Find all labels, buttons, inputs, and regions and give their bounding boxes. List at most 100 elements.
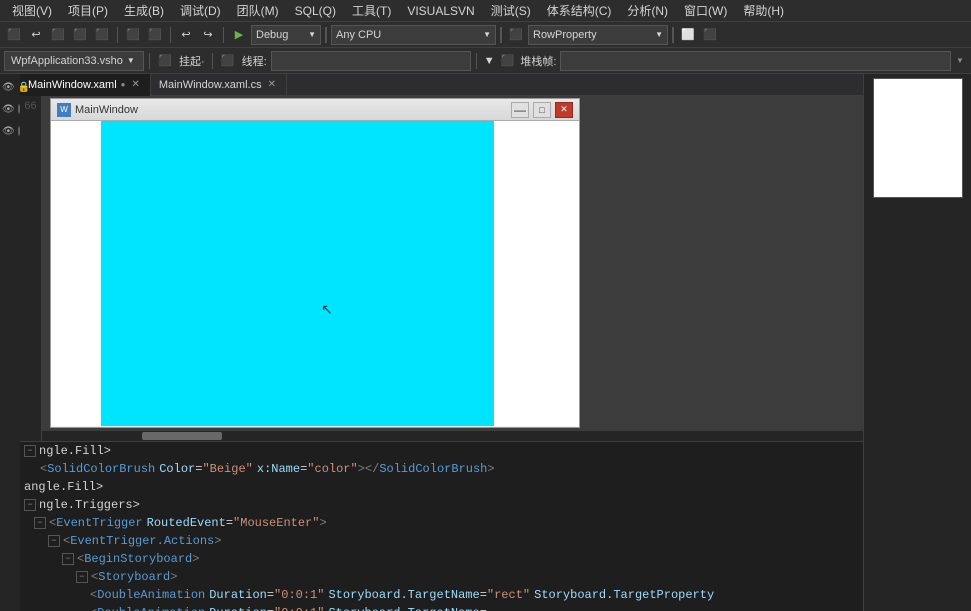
code-line-5: − <EventTrigger RoutedEvent="MouseEnter"… xyxy=(20,514,863,532)
toolbar-btn4[interactable]: ⬛ xyxy=(70,25,90,45)
code-expand-6[interactable]: − xyxy=(48,535,60,547)
stack-label: 堆栈帧: xyxy=(518,53,558,69)
code-line-9: <DoubleAnimation Duration="0:0:1" Storyb… xyxy=(20,586,863,604)
menu-view[interactable]: 视图(V) xyxy=(4,0,60,21)
menu-test[interactable]: 测试(S) xyxy=(483,0,539,21)
rowproperty-dropdown-arrow: ▼ xyxy=(651,30,663,39)
wpf-close-btn[interactable]: ✕ xyxy=(555,102,573,118)
code-line-4: − ngle.Triggers> xyxy=(20,496,863,514)
toolbar-btn5[interactable]: ⬛ xyxy=(92,25,112,45)
wpf-minimize-btn[interactable]: — xyxy=(511,102,529,118)
menu-team[interactable]: 团队(M) xyxy=(229,0,287,21)
design-hscroll[interactable] xyxy=(42,431,863,441)
tab-xaml[interactable]: MainWindow.xaml ● ✕ xyxy=(20,74,151,96)
toolbar-btnB[interactable]: ⬛ xyxy=(700,25,720,45)
menu-help[interactable]: 帮助(H) xyxy=(735,0,792,21)
code-line-7: − <BeginStoryboard> xyxy=(20,550,863,568)
wpf-cyan-area: ↖ xyxy=(101,121,494,426)
wpf-content: ↖ xyxy=(51,121,579,426)
menu-bar: 视图(V) 项目(P) 生成(B) 调试(D) 团队(M) SQL(Q) 工具(… xyxy=(0,0,971,22)
sep-rp xyxy=(672,27,674,43)
toolbar-btn2[interactable]: ↩ xyxy=(26,25,46,45)
layer-row-1: 👁 🔒 xyxy=(2,78,18,96)
menu-build[interactable]: 生成(B) xyxy=(116,0,172,21)
toolbar2-btn1[interactable]: ⬛ xyxy=(155,51,175,71)
toolbar2-btn2[interactable]: ⬛ xyxy=(218,51,238,71)
tab-cs[interactable]: MainWindow.xaml.cs ✕ xyxy=(151,74,287,96)
menu-sql[interactable]: SQL(Q) xyxy=(287,2,344,20)
code-expand-4[interactable]: − xyxy=(24,499,36,511)
tab-cs-close[interactable]: ✕ xyxy=(266,78,278,91)
tab-cs-label: MainWindow.xaml.cs xyxy=(159,79,262,91)
toolbar2-sep1 xyxy=(149,53,150,69)
code-expand-7[interactable]: − xyxy=(62,553,74,565)
tab-xaml-dot: ● xyxy=(121,80,126,89)
undo-button[interactable]: ↩ xyxy=(176,25,196,45)
stack-input[interactable] xyxy=(560,51,951,71)
thread-input[interactable] xyxy=(271,51,471,71)
main-layout: 👁 🔒 👁 👁 MainWindow.xaml ● ✕ MainWindow.x… xyxy=(0,74,971,611)
layer-row-2: 👁 xyxy=(2,100,18,118)
menu-visualsvn[interactable]: VISUALSVN xyxy=(399,2,482,20)
right-panel-preview xyxy=(873,78,963,198)
cursor: ↖ xyxy=(321,301,714,318)
play-button[interactable]: ▶ xyxy=(229,25,249,45)
toolbar2-sep3 xyxy=(476,53,477,69)
code-line-3: angle.Fill> xyxy=(20,478,863,496)
code-expand-5[interactable]: − xyxy=(34,517,46,529)
design-area[interactable]: 66 W MainWindow — □ ✕ xyxy=(20,96,863,441)
eye-icon-1[interactable]: 👁 xyxy=(2,80,15,94)
wpf-right-panel xyxy=(494,121,579,426)
redo-button[interactable]: ↪ xyxy=(198,25,218,45)
filter-icon2: ⬛ xyxy=(499,54,517,67)
thread-label: 线程: xyxy=(240,53,269,69)
menu-arch[interactable]: 体系结构(C) xyxy=(539,0,620,21)
wpf-window-icon: W xyxy=(57,103,71,117)
cursor-icon: ↖ xyxy=(321,301,333,317)
toolbar-expand[interactable]: ⬜ xyxy=(678,25,698,45)
toolbar-secondary: WpfApplication33.vsho ▼ ⬛ 挂起· ⬛ 线程: ▼ ⬛ … xyxy=(0,48,971,74)
lock-icon-1[interactable]: 🔒 xyxy=(18,80,30,94)
toolbar-btn7[interactable]: ⬛ xyxy=(145,25,165,45)
menu-window[interactable]: 窗口(W) xyxy=(676,0,735,21)
project-dropdown[interactable]: WpfApplication33.vsho ▼ xyxy=(4,51,144,71)
wpf-left-panel xyxy=(51,121,101,426)
toolbar-main: ⬛ ↩ ⬛ ⬛ ⬛ ⬛ ⬛ ↩ ↪ ▶ Debug ▼ Any CPU ▼ ⬛ … xyxy=(0,22,971,48)
debug-dropdown-arrow: ▼ xyxy=(304,30,316,39)
toolbar-btn3[interactable]: ⬛ xyxy=(48,25,68,45)
design-and-code: MainWindow.xaml ● ✕ MainWindow.xaml.cs ✕… xyxy=(20,74,863,611)
tab-xaml-close[interactable]: ✕ xyxy=(129,78,141,91)
hang-label: 挂起· xyxy=(177,53,207,69)
toolbar-btn1[interactable]: ⬛ xyxy=(4,25,24,45)
wpf-titlebar: W MainWindow — □ ✕ xyxy=(51,99,579,121)
menu-debug[interactable]: 调试(D) xyxy=(172,0,229,21)
toolbar-btnA[interactable]: ⬛ xyxy=(506,25,526,45)
code-line-10: <DoubleAnimation Duration="0:0:1" Storyb… xyxy=(20,604,863,611)
code-line-1: − ngle.Fill> xyxy=(20,442,863,460)
wpf-title-text: MainWindow xyxy=(75,104,507,116)
debug-dropdown[interactable]: Debug ▼ xyxy=(251,25,321,45)
row-property-dropdown[interactable]: RowProperty ▼ xyxy=(528,25,668,45)
tab-xaml-label: MainWindow.xaml xyxy=(28,79,117,91)
toolbar-btn6[interactable]: ⬛ xyxy=(123,25,143,45)
code-expand-1[interactable]: − xyxy=(24,445,36,457)
code-line-6: − <EventTrigger.Actions> xyxy=(20,532,863,550)
right-sidebar xyxy=(863,74,971,611)
eye-icon-3[interactable]: 👁 xyxy=(2,124,15,138)
code-expand-8[interactable]: − xyxy=(76,571,88,583)
menu-tools[interactable]: 工具(T) xyxy=(344,0,399,21)
menu-analyze[interactable]: 分析(N) xyxy=(619,0,676,21)
code-area: − ngle.Fill> <SolidColorBrush Color="Bei… xyxy=(20,441,863,611)
line-number-gutter: 66 xyxy=(20,96,42,441)
cpu-dropdown[interactable]: Any CPU ▼ xyxy=(331,25,496,45)
design-hscroll-thumb xyxy=(142,432,222,440)
sep-cpu xyxy=(500,27,502,43)
wpf-maximize-btn[interactable]: □ xyxy=(533,102,551,118)
eye-icon-2[interactable]: 👁 xyxy=(2,102,15,116)
menu-project[interactable]: 项目(P) xyxy=(60,0,116,21)
code-line-2: <SolidColorBrush Color="Beige" x:Name="c… xyxy=(20,460,863,478)
cpu-dropdown-arrow: ▼ xyxy=(479,30,491,39)
left-panel: 👁 🔒 👁 👁 xyxy=(0,74,20,611)
stack-arrow[interactable]: ▼ xyxy=(953,51,967,71)
code-line-8: − <Storyboard> xyxy=(20,568,863,586)
